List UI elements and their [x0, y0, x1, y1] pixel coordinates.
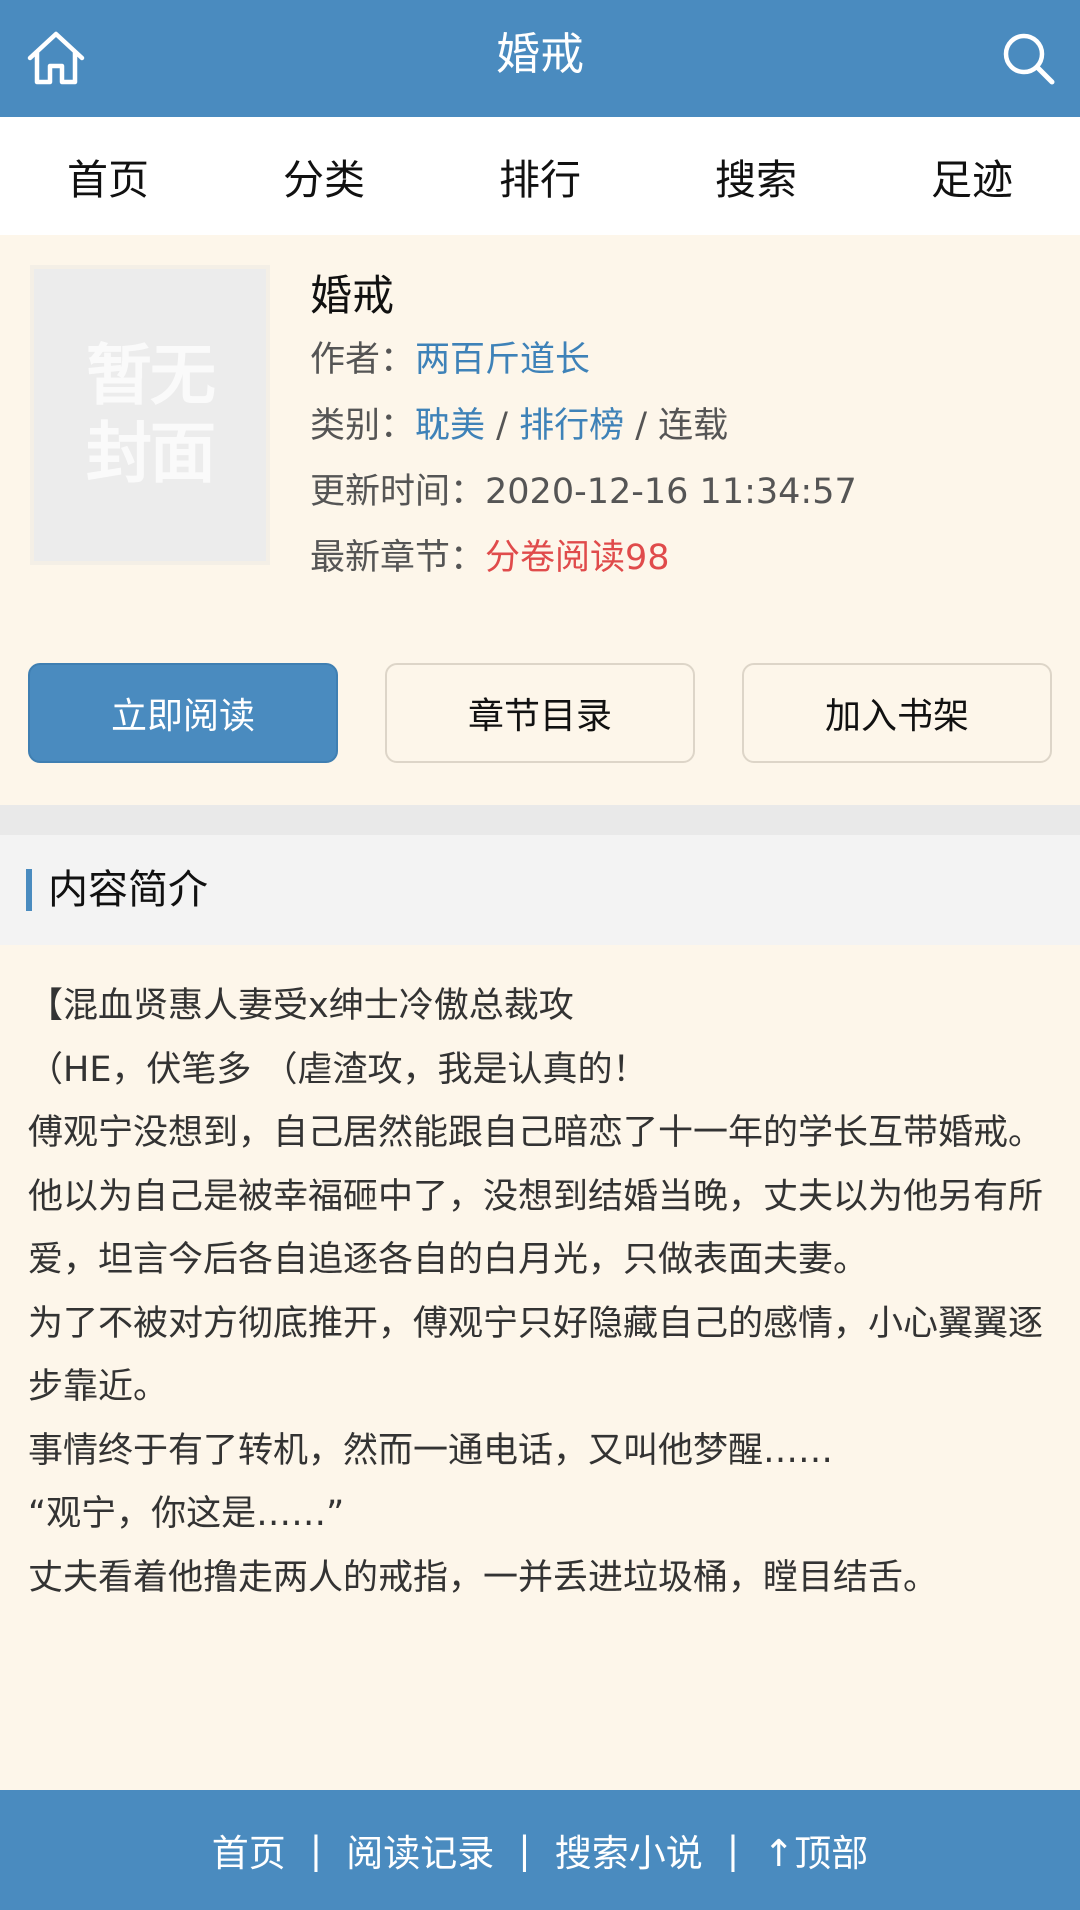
ranking-link[interactable]: 排行榜 [519, 406, 624, 446]
intro-line: 【混血贤惠人妻受x绅士冷傲总裁攻 [28, 986, 574, 1026]
add-to-shelf-button[interactable]: 加入书架 [742, 663, 1052, 763]
latest-label: 最新章节： [310, 538, 486, 578]
intro-line: 丈夫看着他撸走两人的戒指，一并丢进垃圾桶，瞠目结舌。 [28, 1557, 939, 1598]
nav-category[interactable]: 分类 [216, 146, 432, 206]
update-label: 更新时间： [310, 472, 486, 512]
footer-home-link[interactable]: 首页 [212, 1823, 286, 1877]
footer-separator: | [726, 1828, 740, 1872]
footer-top-link[interactable]: ↑顶部 [763, 1823, 868, 1877]
footer-history-link[interactable]: 阅读记录 [346, 1823, 494, 1877]
status-text: 连载 [658, 406, 729, 446]
update-row: 更新时间：2020-12-16 11:34:57 [310, 459, 1050, 525]
latest-row: 最新章节：分卷阅读98 [310, 525, 1050, 591]
book-cover[interactable]: 暂无封面 [30, 265, 270, 565]
section-accent-bar [26, 869, 32, 911]
main-nav: 首页 分类 排行 搜索 足迹 [0, 117, 1080, 235]
cover-placeholder-text: 暂无封面 [86, 337, 216, 492]
intro-line: 事情终于有了转机，然而一通电话，又叫他梦醒…… [28, 1430, 834, 1471]
nav-search[interactable]: 搜索 [648, 146, 864, 206]
footer-separator: | [309, 1828, 323, 1872]
category-label: 类别： [310, 406, 416, 446]
footer-bar: 首页 | 阅读记录 | 搜索小说 | ↑顶部 [0, 1790, 1080, 1910]
top-bar: 婚戒 [0, 0, 1080, 117]
footer-search-link[interactable]: 搜索小说 [555, 1823, 703, 1877]
section-divider [0, 805, 1080, 835]
intro-line: （HE，伏笔多 （虐渣攻，我是认真的！ [28, 1049, 648, 1090]
nav-history[interactable]: 足迹 [864, 146, 1080, 206]
intro-line: 他以为自己是被幸福砸中了，没想到结婚当晚，丈夫以为他另有所爱，坦言今后各自追逐各… [28, 1176, 1044, 1281]
nav-home[interactable]: 首页 [0, 146, 216, 206]
author-row: 作者：两百斤道长 [310, 327, 1050, 393]
intro-line: “观宁，你这是……” [28, 1494, 345, 1534]
update-time: 2020-12-16 11:34:57 [485, 472, 857, 512]
intro-heading: 内容简介 [48, 867, 208, 913]
book-title: 婚戒 [310, 271, 395, 320]
latest-chapter-link[interactable]: 分卷阅读98 [485, 538, 670, 578]
category-link[interactable]: 耽美 [415, 406, 485, 446]
intro-header: 内容简介 [0, 835, 1080, 945]
search-icon[interactable] [998, 28, 1058, 88]
category-row: 类别：耽美 / 排行榜 / 连载 [310, 406, 729, 446]
author-label: 作者： [310, 340, 416, 380]
action-buttons: 立即阅读 章节目录 加入书架 [28, 663, 1052, 763]
nav-ranking[interactable]: 排行 [432, 146, 648, 206]
book-info: 暂无封面 婚戒 作者：两百斤道长 类别：耽美 / 排行榜 / 连载 更新时间：2… [0, 235, 1080, 805]
read-now-button[interactable]: 立即阅读 [28, 663, 338, 763]
page-title: 婚戒 [496, 29, 584, 80]
chapter-list-button[interactable]: 章节目录 [385, 663, 695, 763]
author-link[interactable]: 两百斤道长 [415, 340, 590, 380]
intro-text: 【混血贤惠人妻受x绅士冷傲总裁攻 （HE，伏笔多 （虐渣攻，我是认真的！ 傅观宁… [28, 975, 1058, 1610]
footer-separator: | [518, 1828, 531, 1872]
book-meta: 婚戒 作者：两百斤道长 类别：耽美 / 排行榜 / 连载 更新时间：2020-1… [310, 265, 1050, 591]
intro-line: 傅观宁没想到，自己居然能跟自己暗恋了十一年的学长互带婚戒。 [28, 1113, 1044, 1153]
intro-line: 为了不被对方彻底推开，傅观宁只好隐藏自己的感情，小心翼翼逐步靠近。 [28, 1303, 1044, 1408]
